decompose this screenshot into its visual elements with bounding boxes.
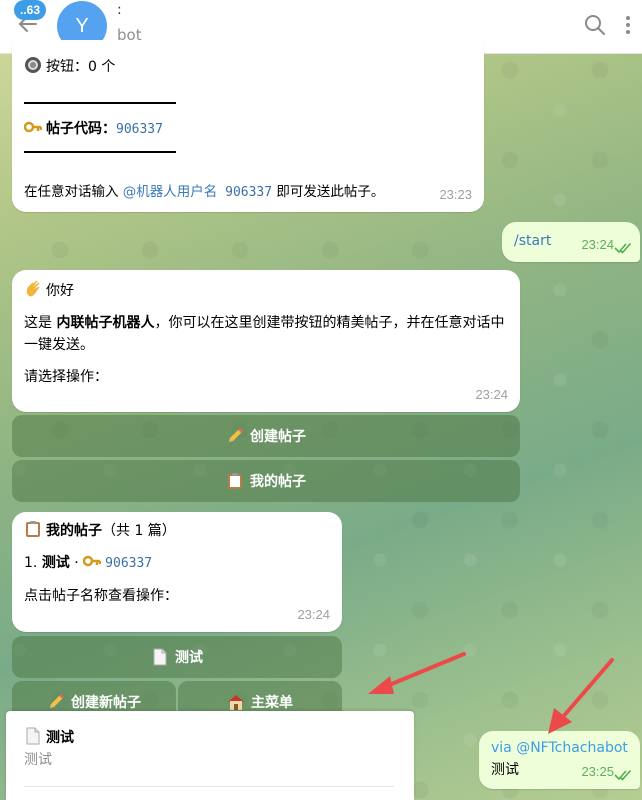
prompt-text: 请选择操作：	[24, 369, 108, 385]
post-code[interactable]: 906337	[116, 122, 163, 137]
greeting-line: 你好	[24, 280, 508, 302]
message-time: 23:24	[297, 607, 330, 622]
rule-bottom	[24, 141, 472, 163]
my-posts-title: 我的帖子（共 1 篇）	[24, 520, 330, 542]
pencil-icon	[50, 694, 64, 708]
message-time: 23:24	[581, 237, 614, 252]
intro-text: 这是 内联帖子机器人，你可以在这里创建带按钮的精美帖子，并在任意对话中一键发送。	[24, 315, 505, 353]
double-check-icon	[614, 242, 632, 254]
inline-result-title: 测试	[24, 727, 394, 747]
inline-result-item[interactable]: 测试 测试	[24, 727, 394, 787]
my-posts-button[interactable]: 我的帖子	[12, 460, 520, 502]
code-line: 帖子代码：906337	[24, 118, 472, 141]
message-time: 23:24	[475, 387, 508, 402]
buttons-count-line: 按钮：0 个	[24, 56, 472, 78]
annotation-arrow-left	[368, 652, 466, 694]
post-list-item: 1. 测试 · 906337	[24, 552, 330, 575]
double-check-icon	[614, 769, 632, 781]
more-vertical-icon[interactable]	[622, 14, 634, 36]
radio-icon	[25, 57, 41, 73]
send-hint: 在任意对话输入 @机器人用户名 906337 即可发送此帖子。	[24, 184, 385, 200]
hint-code[interactable]: 906337	[217, 185, 272, 200]
via-bot-label[interactable]: via @NFTchachabot	[491, 737, 628, 759]
unread-badge: ..63	[14, 0, 47, 20]
document-icon	[153, 648, 167, 666]
posts-hint: 点击帖子名称查看操作：	[24, 588, 178, 604]
annotation-arrow-right	[548, 658, 614, 734]
post-code[interactable]: 906337	[105, 556, 152, 571]
key-icon	[83, 555, 102, 567]
rule-top	[24, 92, 472, 114]
search-icon[interactable]	[584, 14, 606, 36]
clipboard-icon	[228, 473, 242, 489]
message-post-info: 按钮：0 个 帖子代码：906337 在任意对话输入 @机器人用户名 90633…	[12, 40, 484, 212]
message-my-posts: 我的帖子（共 1 篇） 1. 测试 · 906337 点击帖子名称查看操作： 2…	[12, 512, 342, 632]
key-icon	[24, 121, 42, 133]
chat-title[interactable]: :	[117, 2, 122, 18]
create-post-button[interactable]: 创建帖子	[12, 415, 520, 457]
post-test-button[interactable]: 测试	[12, 636, 342, 678]
message-via-bot: via @NFTchachabot 测试 23:25	[479, 731, 640, 789]
house-icon	[228, 695, 244, 710]
message-start: /start 23:24	[502, 222, 640, 262]
bot-username-link[interactable]: @机器人用户名	[123, 184, 218, 200]
document-icon	[26, 727, 40, 745]
message-welcome: 你好 这是 内联帖子机器人，你可以在这里创建带按钮的精美帖子，并在任意对话中一键…	[12, 270, 520, 412]
wave-icon	[26, 280, 40, 297]
message-time: 23:25	[581, 764, 614, 779]
clipboard-icon	[26, 521, 40, 537]
message-time: 23:23	[439, 187, 472, 202]
inline-result-subtitle: 测试	[24, 752, 52, 768]
inline-results-panel: 测试 测试	[6, 711, 414, 800]
pencil-icon	[229, 428, 243, 442]
start-command[interactable]: /start	[514, 233, 551, 249]
